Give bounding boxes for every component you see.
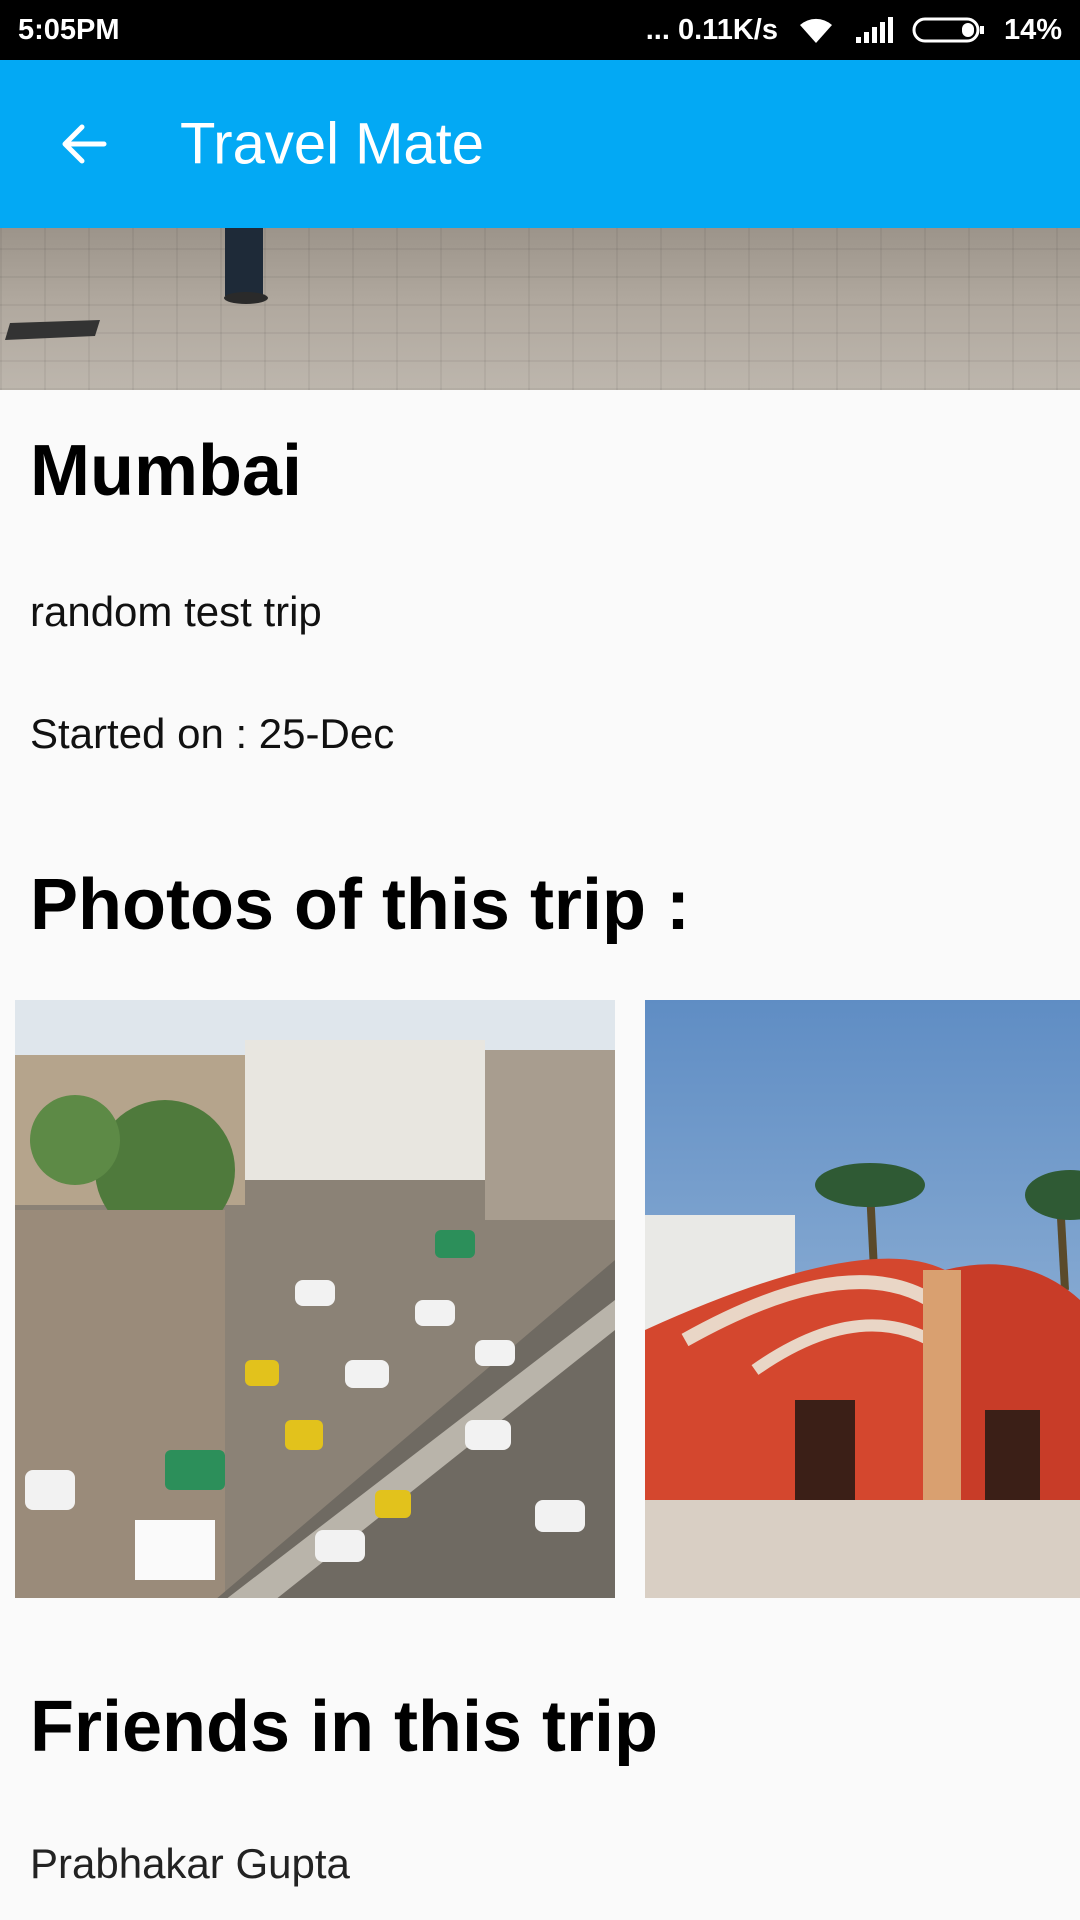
trip-name: Mumbai (30, 431, 303, 511)
trip-cover-image (0, 228, 1080, 390)
jantar-mantar-photo[interactable] (645, 1000, 1080, 1598)
street-traffic-photo[interactable] (15, 1000, 615, 1598)
trip-start-date: Started on : 25-Dec (30, 710, 395, 757)
app-title: Travel Mate (180, 111, 485, 177)
status-right: ... 0.11K/s 14% (646, 14, 1062, 47)
status-time: 5:05PM (18, 13, 120, 46)
status-bar: 5:05PM ... 0.11K/s 14% (0, 0, 1080, 60)
trip-description: random test trip (30, 588, 322, 635)
arrow-back-icon (62, 124, 107, 164)
friend-item[interactable]: Prabhakar Gupta (30, 1840, 350, 1888)
photos-heading: Photos of this trip : (30, 865, 690, 945)
app-bar: Travel Mate (0, 60, 1080, 228)
wifi-icon (796, 15, 836, 45)
battery-icon (912, 15, 986, 45)
battery-percent: 14% (1003, 13, 1062, 46)
back-button[interactable] (52, 112, 116, 176)
network-speed: ... 0.11K/s (645, 13, 778, 46)
signal-icon (854, 15, 894, 45)
friends-heading: Friends in this trip (30, 1687, 659, 1767)
